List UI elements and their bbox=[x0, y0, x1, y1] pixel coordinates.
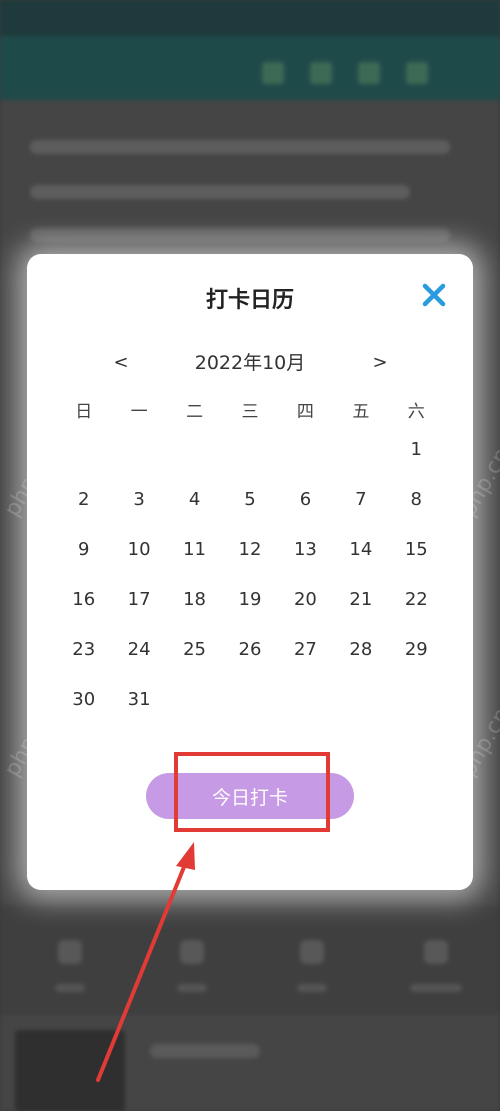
calendar-day[interactable]: 26 bbox=[222, 635, 277, 685]
calendar-day[interactable]: 17 bbox=[111, 585, 166, 635]
calendar-day[interactable]: 22 bbox=[389, 585, 444, 635]
calendar-day[interactable]: 7 bbox=[333, 485, 388, 535]
close-button[interactable] bbox=[414, 275, 454, 315]
calendar-empty-cell bbox=[222, 435, 277, 485]
weekday-header: 日 一 二 三 四 五 六 bbox=[56, 400, 444, 424]
calendar-day[interactable]: 16 bbox=[56, 585, 111, 635]
calendar-day[interactable]: 1 bbox=[389, 435, 444, 485]
weekday-label: 二 bbox=[186, 402, 204, 422]
calendar-days-grid: 1 2 3 4 5 6 7 8 9 10 11 12 13 14 15 16 17 18 19 20 21 22 23 24 2… bbox=[56, 435, 444, 735]
next-month-button[interactable]: > bbox=[365, 350, 395, 376]
calendar-day[interactable]: 3 bbox=[111, 485, 166, 535]
calendar-day[interactable]: 15 bbox=[389, 535, 444, 585]
background-header bbox=[0, 0, 500, 100]
calendar-empty-cell bbox=[333, 435, 388, 485]
calendar-empty-cell bbox=[278, 685, 333, 735]
calendar-day[interactable]: 9 bbox=[56, 535, 111, 585]
calendar-day[interactable]: 6 bbox=[278, 485, 333, 535]
calendar-day[interactable]: 31 bbox=[111, 685, 166, 735]
annotation-highlight-box bbox=[174, 752, 330, 832]
calendar-day[interactable]: 21 bbox=[333, 585, 388, 635]
calendar-day[interactable]: 29 bbox=[389, 635, 444, 685]
weekday-label: 日 bbox=[75, 402, 93, 422]
calendar-empty-cell bbox=[56, 435, 111, 485]
calendar-day[interactable]: 8 bbox=[389, 485, 444, 535]
calendar-day[interactable]: 28 bbox=[333, 635, 388, 685]
month-label: 2022年10月 bbox=[194, 352, 306, 374]
calendar-day[interactable]: 10 bbox=[111, 535, 166, 585]
calendar-day[interactable]: 13 bbox=[278, 535, 333, 585]
calendar-day[interactable]: 4 bbox=[167, 485, 222, 535]
calendar-empty-cell bbox=[333, 685, 388, 735]
weekday-label: 一 bbox=[130, 402, 148, 422]
calendar-day[interactable]: 14 bbox=[333, 535, 388, 585]
calendar-empty-cell bbox=[167, 435, 222, 485]
calendar-day[interactable]: 2 bbox=[56, 485, 111, 535]
calendar-day[interactable]: 25 bbox=[167, 635, 222, 685]
prev-month-button[interactable]: < bbox=[106, 350, 136, 376]
calendar-empty-cell bbox=[167, 685, 222, 735]
calendar-day[interactable]: 18 bbox=[167, 585, 222, 635]
calendar-empty-cell bbox=[222, 685, 277, 735]
calendar-day[interactable]: 27 bbox=[278, 635, 333, 685]
calendar-day[interactable]: 30 bbox=[56, 685, 111, 735]
calendar-day[interactable]: 5 bbox=[222, 485, 277, 535]
weekday-label: 五 bbox=[352, 402, 370, 422]
close-icon bbox=[422, 283, 446, 307]
calendar-day[interactable]: 19 bbox=[222, 585, 277, 635]
background-thumbnail bbox=[15, 1030, 125, 1111]
calendar-empty-cell bbox=[389, 685, 444, 735]
calendar-day[interactable]: 12 bbox=[222, 535, 277, 585]
calendar-empty-cell bbox=[111, 435, 166, 485]
calendar-day[interactable]: 20 bbox=[278, 585, 333, 635]
weekday-label: 六 bbox=[407, 402, 425, 422]
calendar-empty-cell bbox=[278, 435, 333, 485]
weekday-label: 四 bbox=[296, 402, 314, 422]
calendar-day[interactable]: 11 bbox=[167, 535, 222, 585]
weekday-label: 三 bbox=[241, 402, 259, 422]
calendar-day[interactable]: 23 bbox=[56, 635, 111, 685]
calendar-day[interactable]: 24 bbox=[111, 635, 166, 685]
